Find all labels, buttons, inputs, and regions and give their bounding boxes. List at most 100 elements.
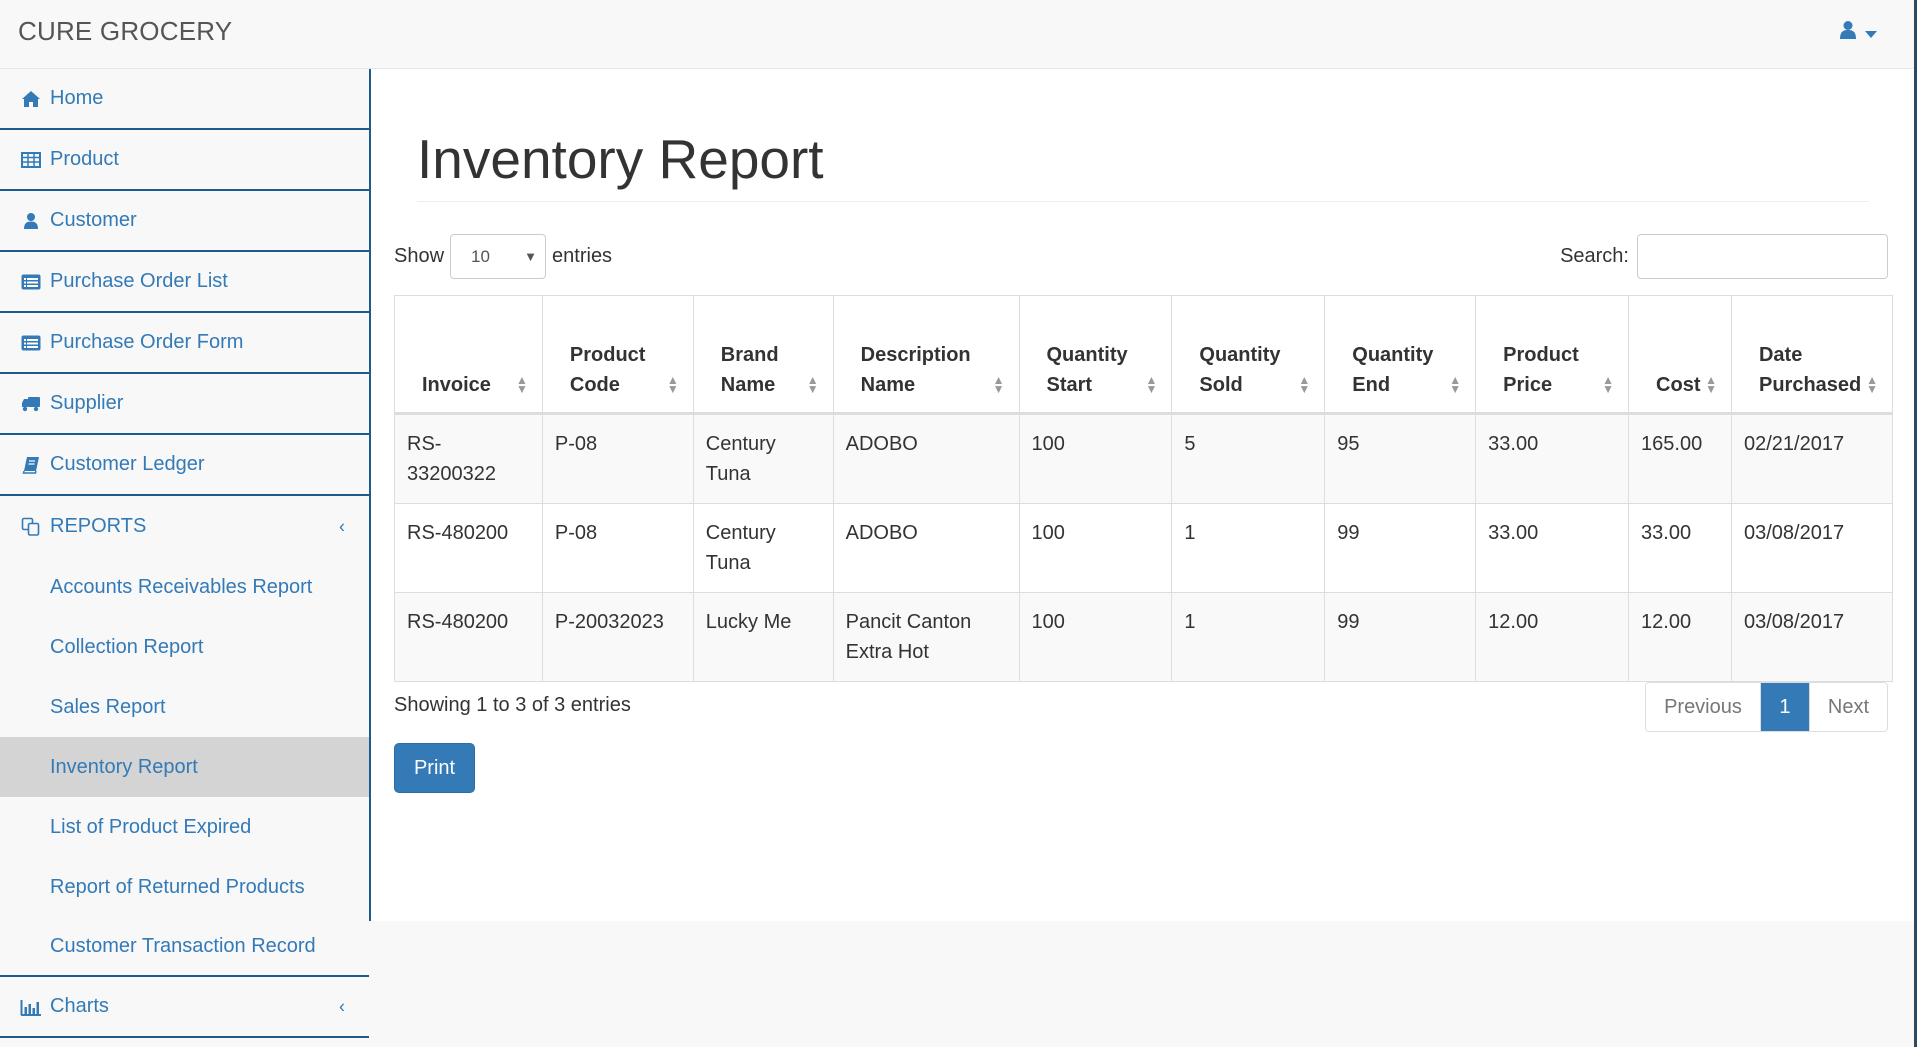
column-header-label-line2: Name (720, 374, 776, 396)
table-cell: RS-480200 (394, 503, 543, 593)
column-header[interactable]: Invoice ▲ ▼ (394, 295, 543, 414)
sidebar-subitem-report-of-returned-products[interactable]: Report of Returned Products (0, 857, 369, 917)
column-header-label-line1: Description (860, 344, 971, 366)
table-cell: Century Tuna (692, 413, 834, 504)
pagination: Previous 1 Next (1645, 682, 1888, 732)
inventory-table: Invoice ▲ ▼ Product Code ▲ ▼ Brand Name ▲ ▼ Descrip… (394, 295, 1894, 682)
book-icon (20, 454, 42, 476)
page-title: Inventory Report (417, 128, 824, 190)
table-header-row: Invoice ▲ ▼ Product Code ▲ ▼ Brand Name ▲ ▼ Descrip… (394, 295, 1894, 414)
table-cell: P-08 (541, 503, 694, 593)
table-cell: 100 (1018, 503, 1173, 593)
sidebar-item-charts[interactable]: Charts ‹ (0, 977, 369, 1038)
column-header[interactable]: Date Purchased ▲ ▼ (1730, 295, 1894, 414)
print-button[interactable]: Print (394, 743, 475, 793)
entries-label: entries (552, 245, 613, 267)
pagination-previous[interactable]: Previous (1646, 683, 1760, 731)
user-menu-dropdown[interactable] (1839, 20, 1877, 46)
table-cell: 33.00 (1475, 413, 1630, 504)
table-cell: 165.00 (1628, 413, 1732, 504)
pagination-page-current[interactable]: 1 (1759, 683, 1809, 731)
list-alt-icon (20, 271, 42, 293)
sidebar-item-label: Purchase Order List (50, 270, 228, 292)
column-header[interactable]: Brand Name ▲ ▼ (692, 295, 834, 414)
column-header-label-line1: Date (1758, 344, 1803, 366)
entries-per-page-value: 10 (471, 246, 490, 266)
column-header[interactable]: Description Name ▲ ▼ (832, 295, 1020, 414)
table-cell: 5 (1171, 413, 1326, 504)
chevron-left-icon: ‹ (339, 996, 345, 1016)
column-header-label-line1: Quantity (1199, 344, 1281, 366)
table-cell: RS-480200 (394, 592, 543, 682)
column-header[interactable]: Cost ▲ ▼ (1628, 295, 1732, 414)
title-divider (417, 201, 1869, 202)
sidebar-subitem-list-of-product-expired[interactable]: List of Product Expired (0, 797, 369, 857)
sidebar-item-product[interactable]: Product (0, 130, 369, 191)
column-header-label-line2: End (1352, 374, 1391, 396)
table-cell: 100 (1018, 592, 1173, 682)
user-icon (1839, 20, 1857, 46)
sidebar-item-purchase-order-list[interactable]: Purchase Order List (0, 252, 369, 313)
sidebar-subitem-inventory-report[interactable]: Inventory Report (0, 737, 369, 797)
sidebar-item-customer-ledger[interactable]: Customer Ledger (0, 435, 369, 496)
table-row: RS-480200 P-20032023 Lucky Me Pancit Canton… (394, 592, 1894, 682)
sidebar-subitem-customer-transaction-record[interactable]: Customer Transaction Record (0, 917, 369, 977)
sidebar-subitem-sales-report[interactable]: Sales Report (0, 677, 369, 737)
pagination-next[interactable]: Next (1808, 683, 1887, 731)
sort-icon: ▲ ▼ (1145, 373, 1158, 396)
column-header-label-line1: Quantity (1046, 344, 1128, 366)
sort-icon: ▲ ▼ (666, 373, 679, 396)
sidebar-item-home[interactable]: Home (0, 69, 369, 130)
sidebar-item-customer[interactable]: Customer (0, 191, 369, 252)
select-caret-icon: ▼ (524, 249, 538, 264)
column-header-label-line1: Product (569, 344, 646, 366)
search-input[interactable] (1637, 234, 1888, 279)
table-cell: 12.00 (1475, 592, 1630, 682)
sidebar-subitem-accounts-receivables-report[interactable]: Accounts Receivables Report (0, 557, 369, 617)
sidebar-item-label: Charts (50, 995, 109, 1017)
column-header[interactable]: Quantity Sold ▲ ▼ (1171, 295, 1326, 414)
table-cell: Pancit Canton Extra Hot (832, 592, 1020, 682)
sidebar-item-label: Home (50, 87, 104, 109)
column-header-label-line2: Name (860, 374, 916, 396)
brand-logo[interactable]: CURE GROCERY (18, 16, 232, 47)
truck-icon (20, 393, 42, 415)
sort-icon: ▲ ▼ (1602, 373, 1615, 396)
column-header[interactable]: Quantity Start ▲ ▼ (1018, 295, 1173, 414)
table-cell: 12.00 (1628, 592, 1732, 682)
column-header-label-line1: Product (1503, 344, 1579, 366)
sort-icon: ▲ ▼ (1298, 373, 1311, 396)
sidebar-item-reports[interactable]: REPORTS ‹ (0, 496, 369, 557)
column-header-label-line2: Invoice (422, 374, 491, 396)
table-icon (20, 149, 42, 171)
table-cell: Century Tuna (692, 503, 834, 593)
entries-length-control: Show 10 ▼ entries (394, 234, 612, 279)
sidebar-item-label: Supplier (50, 392, 124, 414)
search-label: Search: (1560, 245, 1629, 267)
column-header[interactable]: Product Code ▲ ▼ (541, 295, 694, 414)
column-header[interactable]: Product Price ▲ ▼ (1475, 295, 1630, 414)
table-cell: 1 (1171, 503, 1326, 593)
table-cell: 99 (1324, 592, 1477, 682)
top-navbar: CURE GROCERY (0, 0, 1917, 69)
sidebar-item-supplier[interactable]: Supplier (0, 374, 369, 435)
table-cell: P-08 (541, 413, 694, 504)
main-content: Inventory Report Show 10 ▼ entries Searc… (371, 69, 1914, 921)
table-info: Showing 1 to 3 of 3 entries (394, 694, 631, 716)
sidebar-item-label: Customer (50, 209, 137, 231)
sort-icon: ▲ ▼ (806, 373, 819, 396)
table-cell: 03/08/2017 (1730, 592, 1894, 682)
sort-icon: ▲ ▼ (992, 373, 1005, 396)
table-cell: P-20032023 (541, 592, 694, 682)
sidebar-item-purchase-order-form[interactable]: Purchase Order Form (0, 313, 369, 374)
column-header[interactable]: Quantity End ▲ ▼ (1324, 295, 1477, 414)
table-cell: 1 (1171, 592, 1326, 682)
sort-icon: ▲ ▼ (1866, 373, 1878, 396)
column-header-label-line2: Code (569, 374, 620, 396)
entries-per-page-select[interactable]: 10 ▼ (450, 234, 547, 279)
column-header-label-line2: Price (1503, 374, 1553, 396)
table-cell: 95 (1324, 413, 1477, 504)
sidebar-subitem-collection-report[interactable]: Collection Report (0, 617, 369, 677)
column-header-label-line1: Brand (720, 344, 779, 366)
table-search-control: Search: (1560, 234, 1888, 279)
